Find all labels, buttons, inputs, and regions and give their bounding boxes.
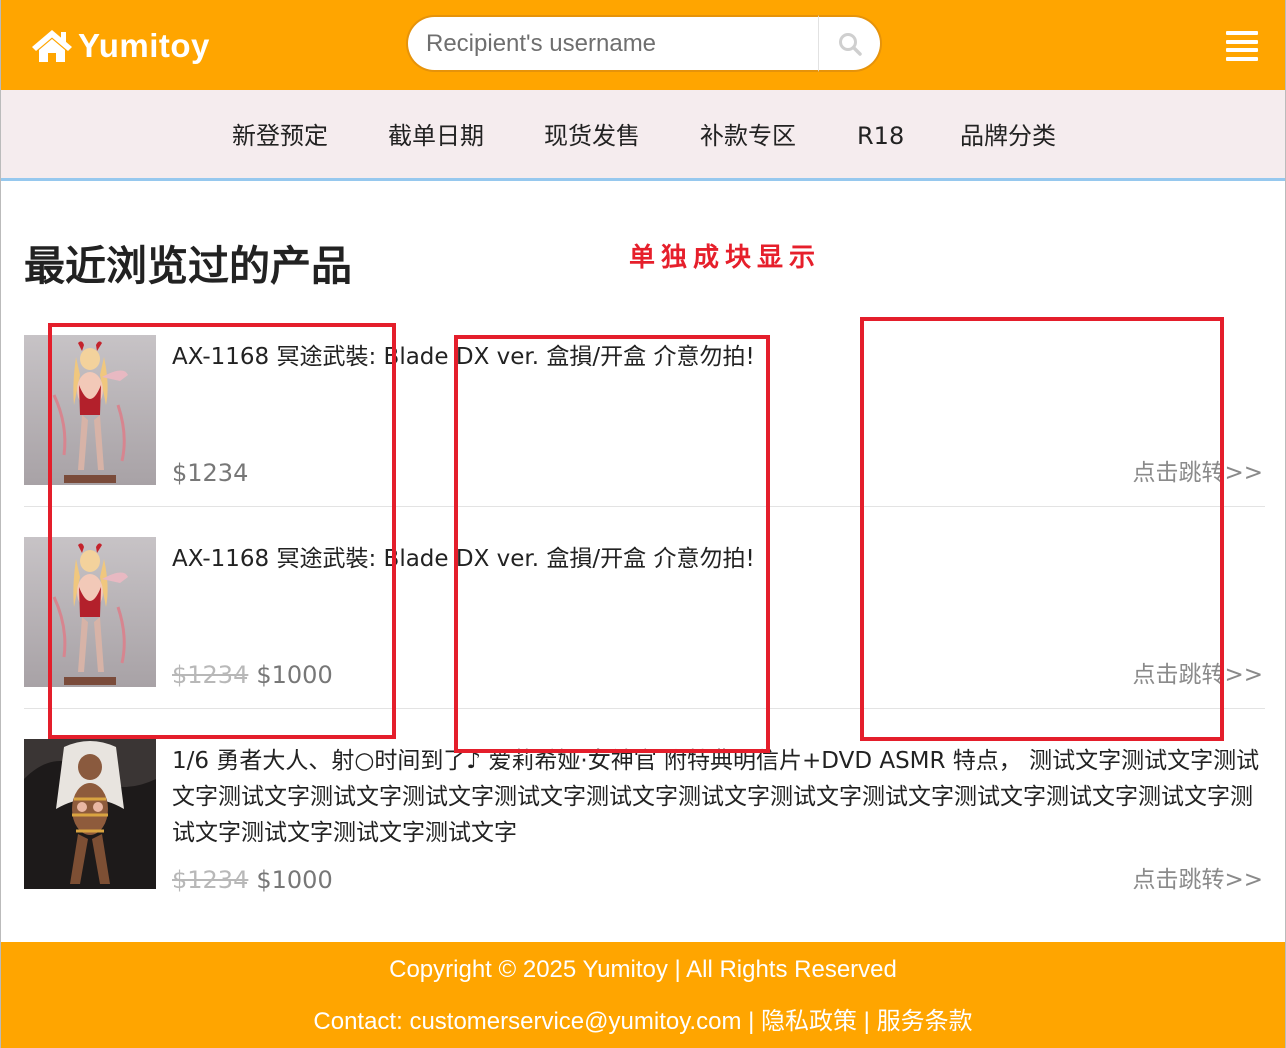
nav-item-in-stock[interactable]: 现货发售 xyxy=(544,121,640,151)
nav-item-brands[interactable]: 品牌分类 xyxy=(960,121,1056,151)
contact-label: Contact: xyxy=(313,1008,410,1035)
logo-text: Yumitoy xyxy=(78,27,210,64)
annotation-box xyxy=(860,317,1224,741)
footer-copyright: Copyright © 2025 Yumitoy | All Rights Re… xyxy=(389,956,897,983)
product-thumbnail[interactable] xyxy=(24,739,156,889)
site-footer: Copyright © 2025 Yumitoy | All Rights Re… xyxy=(0,942,1286,1048)
nav-item-cutoff-date[interactable]: 截单日期 xyxy=(388,121,484,151)
separator: | xyxy=(857,1008,877,1035)
jump-link[interactable]: 点击跳转>> xyxy=(1132,865,1263,895)
nav-item-balance-payment[interactable]: 补款专区 xyxy=(700,121,796,151)
annotation-box xyxy=(454,335,770,753)
page-title: 最近浏览过的产品 xyxy=(24,242,352,290)
contact-email-link[interactable]: customerservice@yumitoy.com xyxy=(409,1008,741,1035)
site-logo[interactable]: Yumitoy xyxy=(32,26,210,66)
search-button[interactable] xyxy=(818,15,882,72)
terms-of-service-link[interactable]: 服务条款 xyxy=(877,1008,973,1035)
search-icon xyxy=(838,32,862,56)
home-icon xyxy=(32,28,72,64)
list-item[interactable]: 1/6 勇者大人、射○时间到了♪ 爱莉希娅·女神官 附特典明信片+DVD ASM… xyxy=(24,739,1265,894)
search-input[interactable] xyxy=(406,15,819,72)
privacy-policy-link[interactable]: 隐私政策 xyxy=(761,1008,857,1035)
category-nav: 新登预定 截单日期 现货发售 补款专区 R18 品牌分类 xyxy=(0,90,1286,181)
separator: | xyxy=(741,1008,762,1035)
top-header: Yumitoy xyxy=(0,0,1286,90)
footer-contact: Contact: customerservice@yumitoy.com | 隐… xyxy=(0,1006,1286,1038)
product-price: $1234 $1000 xyxy=(172,865,333,895)
search-bar xyxy=(406,15,882,72)
annotation-text: 单独成块显示 xyxy=(629,243,822,273)
current-price: $1000 xyxy=(256,866,333,894)
annotation-box xyxy=(48,323,396,739)
hamburger-menu-icon[interactable] xyxy=(1226,31,1258,61)
product-title[interactable]: 1/6 勇者大人、射○时间到了♪ 爱莉希娅·女神官 附特典明信片+DVD ASM… xyxy=(172,743,1265,851)
nav-item-r18[interactable]: R18 xyxy=(857,121,904,151)
nav-item-new-preorder[interactable]: 新登预定 xyxy=(232,121,328,151)
original-price: $1234 xyxy=(172,866,249,894)
